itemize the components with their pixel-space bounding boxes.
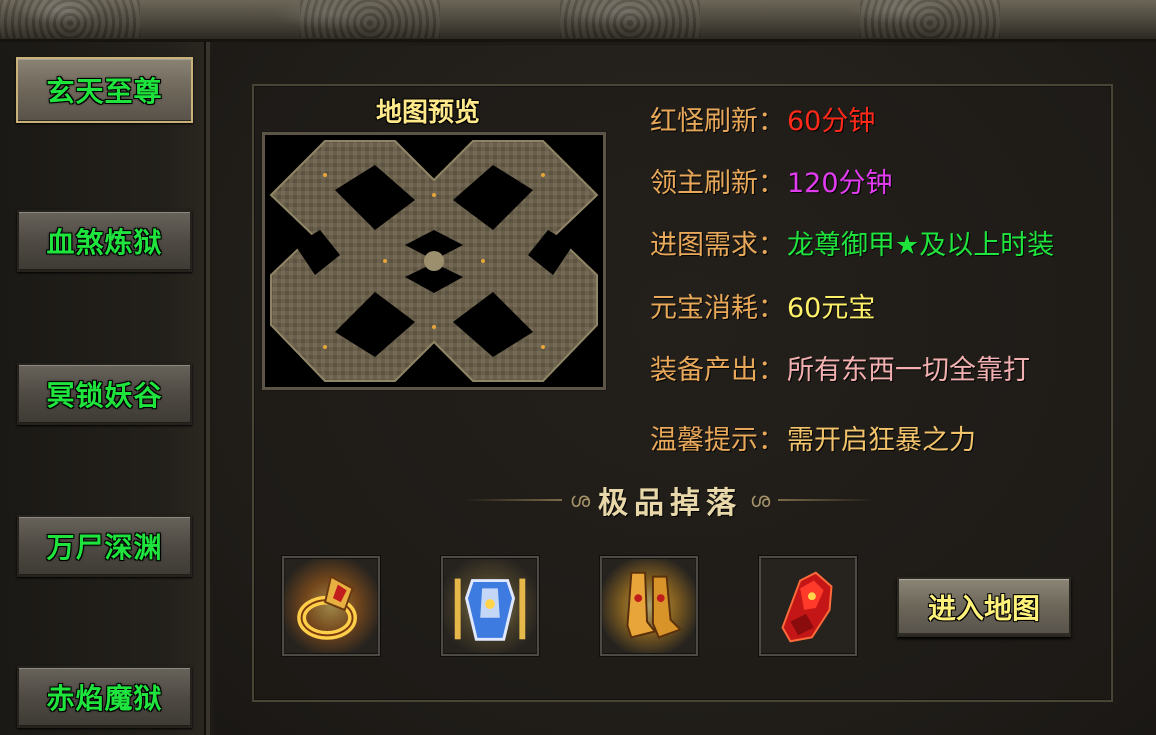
divider-line	[778, 499, 875, 501]
equipment-drop-row: 装备产出：所有东西一切全靠打	[650, 348, 1030, 387]
info-value: 60元宝	[787, 293, 876, 324]
sidebar-item-wanshi-shenyuan[interactable]: 万尸深渊	[17, 515, 192, 577]
drop-item-slot[interactable]	[441, 556, 539, 656]
swirl-ornament-icon: ശ	[569, 488, 590, 512]
sidebar-item-label: 冥锁妖谷	[46, 379, 163, 412]
sidebar-item-label: 玄天至尊	[46, 75, 163, 108]
info-value: 60分钟	[787, 106, 876, 137]
info-value: 龙尊御甲★及以上时装	[787, 230, 1055, 261]
dragon-ornament-icon	[300, 0, 440, 38]
sidebar-item-xuesha-lianyu[interactable]: 血煞炼狱	[17, 210, 192, 272]
sidebar-item-chiyan-moyu[interactable]: 赤焰魔狱	[17, 666, 192, 728]
map-preview-image	[262, 132, 606, 390]
enter-map-button[interactable]: 进入地图	[897, 577, 1071, 637]
gold-ring-icon	[284, 559, 378, 653]
tip-row: 温馨提示：需开启狂暴之力	[650, 418, 976, 457]
blue-armor-icon	[443, 559, 537, 653]
dungeon-map-icon	[265, 135, 603, 387]
dragon-ornament-icon	[860, 0, 1000, 38]
drops-heading-divider: ശ 极品掉落 ശ	[465, 480, 875, 521]
golden-boots-icon	[602, 559, 696, 653]
info-label: 温馨提示：	[650, 425, 785, 456]
sidebar-item-mingsuo-yaogu[interactable]: 冥锁妖谷	[17, 363, 192, 425]
swirl-ornament-icon: ശ	[750, 488, 771, 512]
drop-item-slot[interactable]	[759, 556, 857, 656]
dragon-ornament-icon	[560, 0, 700, 38]
info-label: 元宝消耗：	[650, 293, 785, 324]
info-label: 进图需求：	[650, 230, 785, 261]
red-monster-refresh-row: 红怪刷新：60分钟	[650, 99, 875, 138]
drop-item-slot[interactable]	[600, 556, 698, 656]
enter-map-button-label: 进入地图	[927, 592, 1040, 625]
map-preview-title: 地图预览	[376, 98, 481, 128]
info-label: 装备产出：	[650, 355, 785, 386]
info-label: 领主刷新：	[650, 168, 785, 199]
info-value: 所有东西一切全靠打	[787, 355, 1030, 386]
red-gauntlet-icon	[761, 559, 855, 653]
top-decorative-border	[0, 0, 1156, 42]
info-label: 红怪刷新：	[650, 106, 785, 137]
sidebar-item-label: 血煞炼狱	[46, 226, 163, 259]
sidebar-item-label: 万尸深渊	[46, 531, 163, 564]
sidebar-item-xuantian-zhizun[interactable]: 玄天至尊	[16, 57, 193, 123]
info-value: 120分钟	[787, 168, 893, 199]
drop-item-slot[interactable]	[282, 556, 380, 656]
dragon-ornament-icon	[0, 0, 140, 38]
drops-heading: 极品掉落	[598, 486, 742, 521]
yuanbao-cost-row: 元宝消耗：60元宝	[650, 286, 875, 325]
divider-line	[465, 499, 562, 501]
sidebar-item-label: 赤焰魔狱	[46, 682, 163, 715]
boss-refresh-row: 领主刷新：120分钟	[650, 161, 893, 200]
info-value: 需开启狂暴之力	[787, 425, 976, 456]
entry-requirement-row: 进图需求：龙尊御甲★及以上时装	[650, 223, 1054, 262]
